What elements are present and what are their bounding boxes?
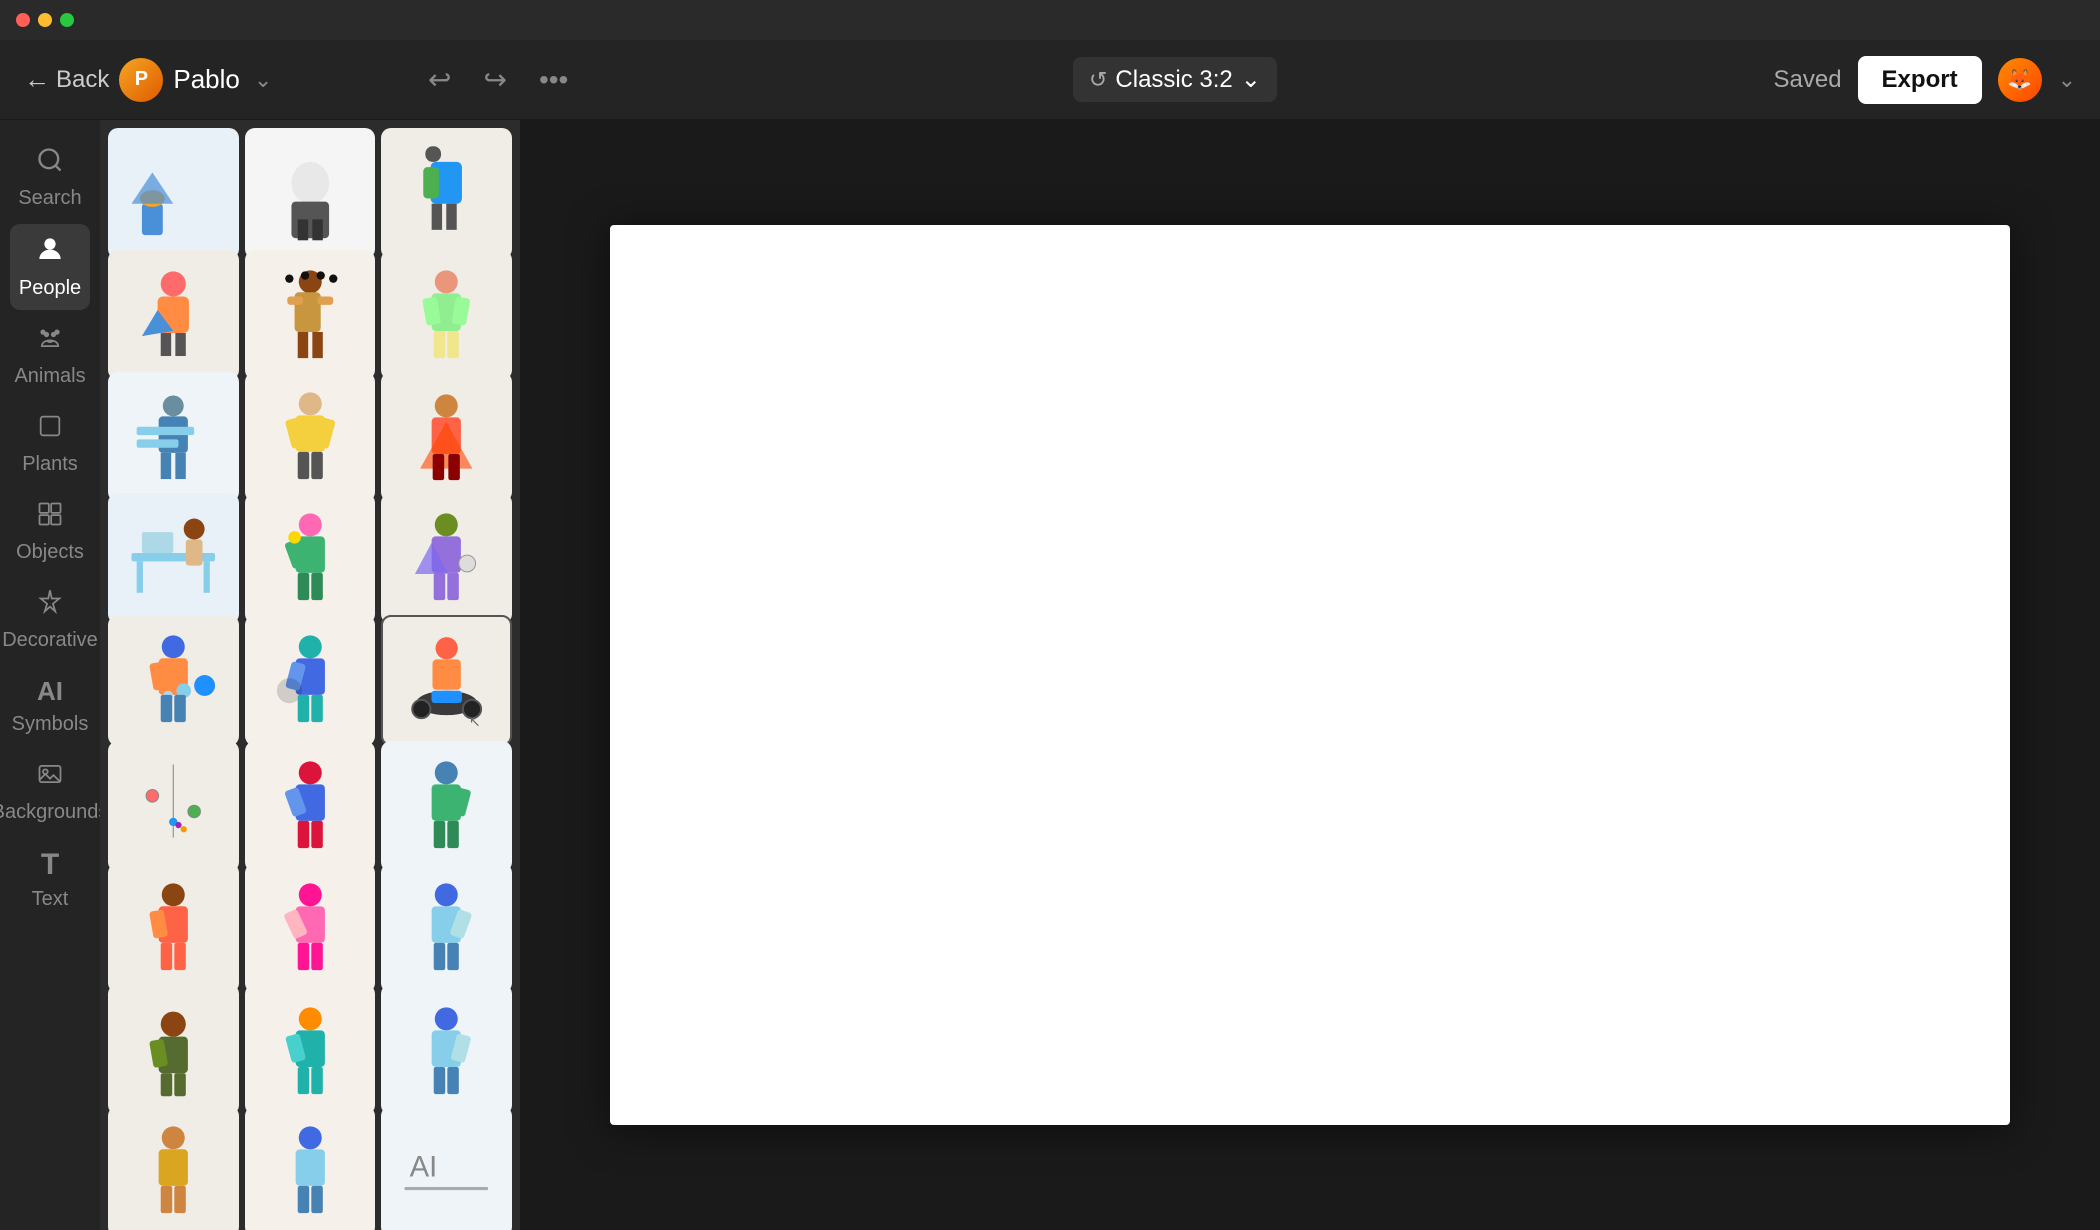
sidebar-people-label: People <box>19 277 81 300</box>
sidebar-symbols-label: Symbols <box>12 713 89 736</box>
asset-item-14[interactable] <box>245 615 376 746</box>
asset-item-13[interactable] <box>108 615 239 746</box>
sidebar-item-search[interactable]: Search <box>10 136 90 220</box>
undo-button[interactable]: ↩ <box>420 55 459 104</box>
asset-item-5[interactable] <box>245 250 376 381</box>
sidebar-backgrounds-label: Backgrounds <box>0 801 108 824</box>
text-icon: T <box>41 848 59 882</box>
topbar-right: Saved Export 🦊 ⌄ <box>1773 56 2076 104</box>
asset-item-24[interactable] <box>381 984 512 1115</box>
asset-item-26[interactable] <box>245 1106 376 1230</box>
objects-icon <box>36 500 64 535</box>
asset-item-25[interactable] <box>108 1106 239 1230</box>
sidebar: Search People Animals <box>0 120 100 1230</box>
export-button[interactable]: Export <box>1858 56 1982 104</box>
back-label: Back <box>56 66 109 94</box>
asset-grid: ↖ <box>100 120 520 1230</box>
asset-item-11[interactable] <box>245 493 376 624</box>
user-dropdown-icon[interactable]: ⌄ <box>254 67 272 93</box>
style-label: Classic 3:2 <box>1115 66 1232 94</box>
asset-item-3[interactable] <box>381 128 512 259</box>
sidebar-item-plants[interactable]: Plants <box>10 402 90 486</box>
asset-item-19[interactable] <box>108 863 239 994</box>
search-icon <box>36 146 64 181</box>
svg-text:AI: AI <box>410 1152 438 1184</box>
svg-text:↖: ↖ <box>469 714 481 730</box>
topbar-center: ↩ ↪ ••• ↺ Classic 3:2 ⌄ <box>420 55 1757 104</box>
user-avatar: P <box>119 58 163 102</box>
user-avatar-top[interactable]: 🦊 <box>1998 58 2042 102</box>
asset-item-20[interactable] <box>245 863 376 994</box>
more-button[interactable]: ••• <box>531 56 576 104</box>
back-arrow-icon: ← <box>24 64 50 95</box>
sidebar-item-objects[interactable]: Objects <box>10 490 90 574</box>
asset-item-22[interactable] <box>108 984 239 1115</box>
asset-item-8[interactable] <box>245 372 376 503</box>
asset-item-1[interactable] <box>108 128 239 259</box>
topbar: ← Back P Pablo ⌄ ↩ ↪ ••• ↺ Classic 3:2 ⌄… <box>0 40 2100 120</box>
saved-status: Saved <box>1773 66 1841 94</box>
sidebar-objects-label: Objects <box>16 541 84 564</box>
asset-item-9[interactable] <box>381 372 512 503</box>
sidebar-text-label: Text <box>32 888 69 911</box>
sidebar-item-symbols[interactable]: AI Symbols <box>10 666 90 746</box>
asset-item-4[interactable] <box>108 250 239 381</box>
sidebar-plants-label: Plants <box>22 453 78 476</box>
asset-item-15[interactable]: ↖ <box>381 615 512 746</box>
style-selector[interactable]: ↺ Classic 3:2 ⌄ <box>1073 57 1277 102</box>
asset-item-17[interactable] <box>245 741 376 872</box>
canvas-area <box>520 120 2100 1230</box>
backgrounds-icon <box>36 760 64 795</box>
asset-item-10[interactable] <box>108 493 239 624</box>
asset-item-7[interactable] <box>108 372 239 503</box>
sidebar-decorative-label: Decorative <box>2 629 98 652</box>
style-dropdown-icon: ⌄ <box>1241 65 1261 94</box>
traffic-light-red[interactable] <box>16 13 30 27</box>
topbar-left: ← Back P Pablo ⌄ <box>24 58 404 102</box>
style-icon: ↺ <box>1089 67 1107 93</box>
people-icon <box>35 234 65 271</box>
traffic-light-yellow[interactable] <box>38 13 52 27</box>
canvas-board[interactable] <box>610 225 2010 1125</box>
sidebar-item-backgrounds[interactable]: Backgrounds <box>10 750 90 834</box>
app-layout: Search People Animals <box>0 120 2100 1230</box>
plants-icon <box>36 412 64 447</box>
sidebar-item-people[interactable]: People <box>10 224 90 310</box>
sidebar-item-animals[interactable]: Animals <box>10 314 90 398</box>
asset-item-6[interactable] <box>381 250 512 381</box>
sidebar-item-decorative[interactable]: Decorative <box>10 578 90 662</box>
asset-item-12[interactable] <box>381 493 512 624</box>
animals-icon <box>36 324 64 359</box>
decorative-icon <box>36 588 64 623</box>
asset-item-23[interactable] <box>245 984 376 1115</box>
asset-panel: ↖ <box>100 120 520 1230</box>
traffic-light-green[interactable] <box>60 13 74 27</box>
asset-item-18[interactable] <box>381 741 512 872</box>
redo-button[interactable]: ↪ <box>475 55 514 104</box>
avatar-dropdown-icon[interactable]: ⌄ <box>2058 67 2076 93</box>
titlebar <box>0 0 2100 40</box>
back-button[interactable]: ← Back <box>24 64 109 95</box>
user-name: Pablo <box>173 64 240 95</box>
symbols-icon: AI <box>37 676 63 707</box>
sidebar-item-text[interactable]: T Text <box>10 838 90 921</box>
sidebar-search-label: Search <box>18 187 81 210</box>
asset-item-2[interactable] <box>245 128 376 259</box>
asset-item-21[interactable] <box>381 863 512 994</box>
asset-item-27[interactable]: AI <box>381 1106 512 1230</box>
asset-item-16[interactable] <box>108 741 239 872</box>
sidebar-animals-label: Animals <box>14 365 85 388</box>
